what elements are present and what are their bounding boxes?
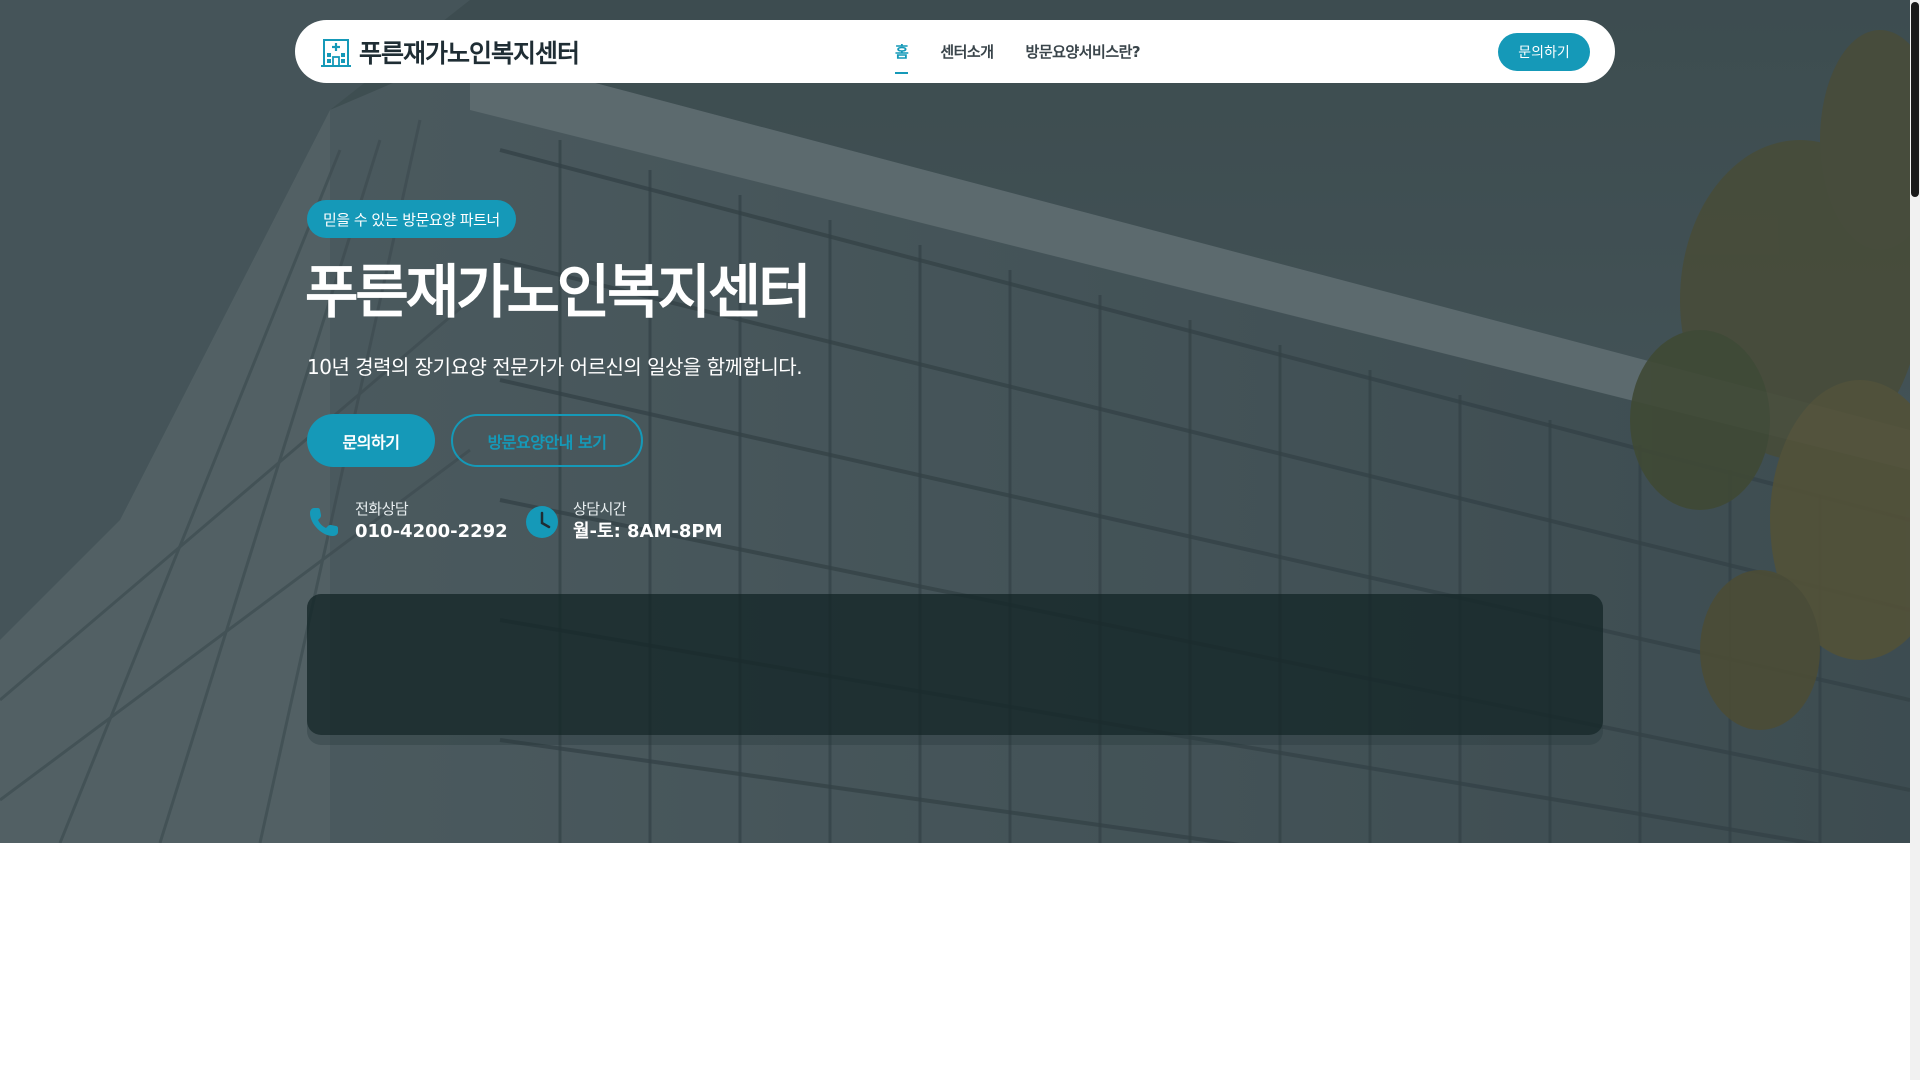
- nav-item-service[interactable]: 방문요양서비스란?: [1026, 41, 1141, 62]
- page: 믿을 수 있는 방문요양 파트너 푸른재가노인복지센터 10년 경력의 장기요양…: [0, 0, 1920, 1080]
- hero-badge: 믿을 수 있는 방문요양 파트너: [307, 200, 516, 238]
- navbar: 푸른재가노인복지센터 홈 센터소개 방문요양서비스란? 문의하기: [295, 20, 1615, 83]
- hero-subtitle: 10년 경력의 장기요양 전문가가 어르신의 일상을 함께합니다.: [307, 355, 803, 379]
- contact-phone-label: 전화상담: [355, 500, 409, 518]
- nav-item-home[interactable]: 홈: [895, 41, 909, 74]
- hero-section: 믿을 수 있는 방문요양 파트너 푸른재가노인복지센터 10년 경력의 장기요양…: [0, 0, 1910, 843]
- phone-icon: [310, 508, 338, 536]
- scrollbar-thumb[interactable]: [1911, 2, 1919, 197]
- contact-hours: 상담시간 월-토: 8AM-8PM: [525, 498, 723, 546]
- nav-contact-button[interactable]: 문의하기: [1498, 33, 1590, 71]
- hero-info-panel: [307, 594, 1603, 735]
- nav-item-about[interactable]: 센터소개: [940, 41, 994, 62]
- brand-logo[interactable]: 푸른재가노인복지센터: [321, 32, 580, 72]
- contact-hours-label: 상담시간: [573, 500, 627, 518]
- contact-phone: 전화상담 010-4200-2292: [307, 498, 508, 546]
- hero-title: 푸른재가노인복지센터: [305, 258, 812, 326]
- nav-menu: 홈 센터소개 방문요양서비스란?: [895, 20, 1172, 83]
- brand-name: 푸른재가노인복지센터: [359, 39, 580, 68]
- contact-phone-value: 010-4200-2292: [355, 521, 508, 542]
- hero-contact-button[interactable]: 문의하기: [307, 414, 435, 467]
- hero-guide-button[interactable]: 방문요양안내 보기: [451, 414, 643, 467]
- clock-icon: [526, 506, 558, 538]
- contact-hours-value: 월-토: 8AM-8PM: [573, 521, 723, 542]
- building-icon: [321, 39, 351, 67]
